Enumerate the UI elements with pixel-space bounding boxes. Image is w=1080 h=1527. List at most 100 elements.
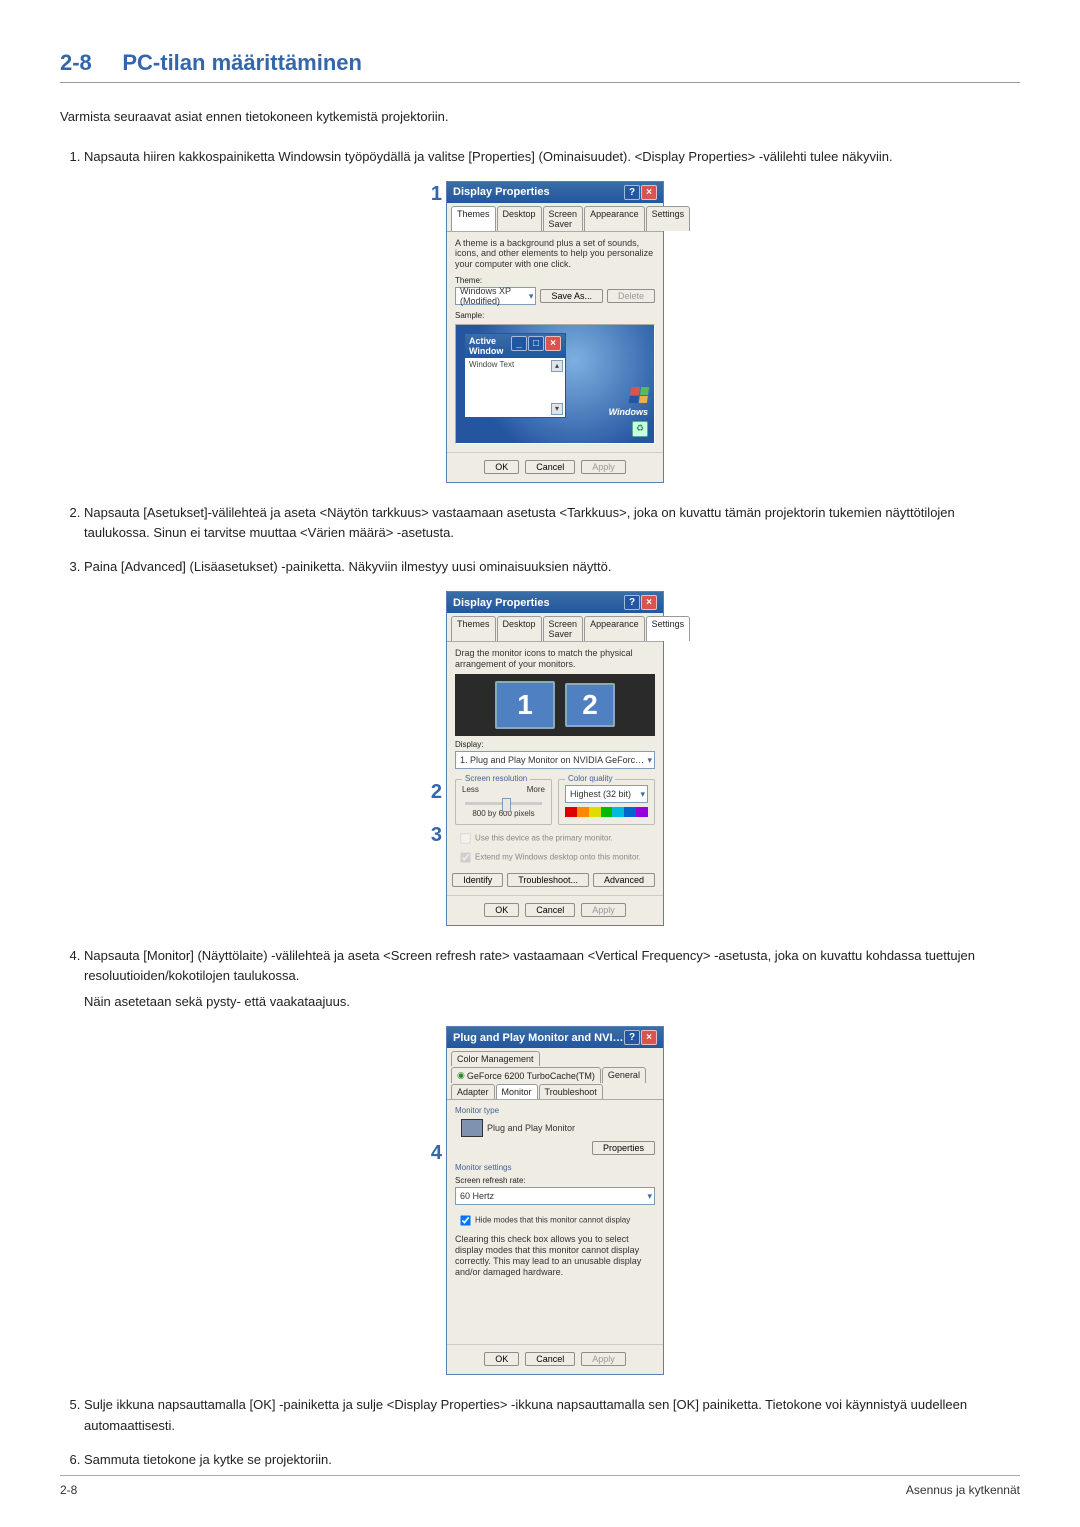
dialog-title: Display Properties: [453, 597, 550, 609]
tab-settings[interactable]: Settings: [646, 616, 691, 641]
tab-appearance[interactable]: Appearance: [584, 206, 645, 231]
monitor-panel: Monitor type Plug and Play Monitor Prope…: [447, 1100, 663, 1344]
tab-monitor[interactable]: Monitor: [496, 1084, 538, 1099]
delete-button[interactable]: Delete: [607, 289, 655, 303]
refresh-rate-select[interactable]: 60 Hertz ▾: [455, 1187, 655, 1205]
more-label: More: [527, 785, 545, 794]
monitor-arrangement[interactable]: 1 2: [455, 674, 655, 736]
color-quality-value: Highest (32 bit): [570, 789, 631, 799]
instruction-list-3: Napsauta [Monitor] (Näyttölaite) -välile…: [60, 946, 1020, 1012]
cancel-button[interactable]: Cancel: [525, 903, 575, 917]
tab-adapter[interactable]: Adapter: [451, 1084, 495, 1099]
dialog-title: Plug and Play Monitor and NVIDIA GeForce…: [453, 1032, 624, 1044]
tab-geforce[interactable]: ◉ GeForce 6200 TurboCache(TM): [451, 1067, 601, 1083]
help-icon[interactable]: ?: [624, 185, 640, 200]
close-icon[interactable]: ×: [641, 185, 657, 200]
themes-panel: A theme is a background plus a set of so…: [447, 232, 663, 452]
resolution-slider[interactable]: [465, 802, 542, 805]
sample-preview: Active Window _ □ × Window Text ▴ ▾: [455, 324, 655, 444]
step-2-text: Napsauta [Asetukset]-välilehteä ja aseta…: [84, 505, 955, 540]
chevron-down-icon: ▾: [647, 755, 652, 766]
callout-4: 4: [431, 1142, 442, 1165]
tab-appearance[interactable]: Appearance: [584, 616, 645, 641]
identify-button[interactable]: Identify: [452, 873, 503, 887]
tab-color-management[interactable]: Color Management: [451, 1051, 540, 1066]
cancel-button[interactable]: Cancel: [525, 460, 575, 474]
display-label: Display:: [455, 740, 655, 749]
extend-desktop-checkbox[interactable]: Extend my Windows desktop onto this moni…: [455, 848, 655, 867]
recycle-bin-icon: ♻: [632, 421, 648, 437]
theme-description: A theme is a background plus a set of so…: [455, 238, 655, 270]
dialog-button-row: OK Cancel Apply: [447, 1344, 663, 1374]
apply-button[interactable]: Apply: [581, 903, 626, 917]
help-icon[interactable]: ?: [624, 595, 640, 610]
hide-modes-checkbox[interactable]: Hide modes that this monitor cannot disp…: [455, 1211, 655, 1230]
tab-general[interactable]: General: [602, 1067, 646, 1083]
step-1: Napsauta hiiren kakkospainiketta Windows…: [84, 147, 1020, 167]
minimize-icon: _: [511, 336, 527, 351]
monitor-2[interactable]: 2: [565, 683, 615, 727]
chevron-down-icon: ▾: [640, 789, 645, 800]
callout-3: 3: [431, 824, 442, 847]
ok-button[interactable]: OK: [484, 1352, 519, 1366]
save-as-button[interactable]: Save As...: [540, 289, 603, 303]
step-1-text: Napsauta hiiren kakkospainiketta Windows…: [84, 149, 893, 164]
close-icon[interactable]: ×: [641, 1030, 657, 1045]
instruction-list: Napsauta hiiren kakkospainiketta Windows…: [60, 147, 1020, 167]
settings-panel: Drag the monitor icons to match the phys…: [447, 642, 663, 895]
monitor-settings-label: Monitor settings: [455, 1163, 655, 1172]
scroll-down-icon: ▾: [551, 403, 563, 415]
ok-button[interactable]: OK: [484, 903, 519, 917]
active-window-title: Active Window: [469, 336, 511, 356]
theme-select[interactable]: Windows XP (Modified) ▾: [455, 287, 536, 305]
dialog-button-row: OK Cancel Apply: [447, 452, 663, 482]
callout-1: 1: [431, 183, 442, 206]
tab-desktop[interactable]: Desktop: [497, 206, 542, 231]
step-4b-text: Näin asetetaan sekä pysty- että vaakataa…: [84, 992, 1020, 1012]
display-select[interactable]: 1. Plug and Play Monitor on NVIDIA GeFor…: [455, 751, 655, 769]
intro-paragraph: Varmista seuraavat asiat ennen tietokone…: [60, 107, 1020, 127]
active-window-preview: Active Window _ □ × Window Text ▴ ▾: [464, 333, 566, 418]
color-quality-select[interactable]: Highest (32 bit) ▾: [565, 785, 648, 803]
screen-refresh-rate-label: Screen refresh rate:: [455, 1176, 655, 1185]
refresh-rate-value: 60 Hertz: [460, 1191, 494, 1201]
troubleshoot-button[interactable]: Troubleshoot...: [507, 873, 589, 887]
titlebar: Plug and Play Monitor and NVIDIA GeForce…: [447, 1027, 663, 1048]
help-icon[interactable]: ?: [624, 1030, 640, 1045]
page: 2-8 PC-tilan määrittäminen Varmista seur…: [0, 0, 1080, 1527]
theme-select-value: Windows XP (Modified): [460, 286, 529, 306]
windows-logo-label: Windows: [609, 408, 648, 417]
tab-troubleshoot[interactable]: Troubleshoot: [539, 1084, 603, 1099]
step-3: Paina [Advanced] (Lisäasetukset) -painik…: [84, 557, 1020, 577]
hide-modes-description: Clearing this check box allows you to se…: [455, 1234, 655, 1277]
heading-number: 2-8: [60, 50, 92, 75]
advanced-button[interactable]: Advanced: [593, 873, 655, 887]
section-heading: 2-8 PC-tilan määrittäminen: [60, 50, 1020, 83]
tab-screen-saver[interactable]: Screen Saver: [543, 616, 584, 641]
monitor-1[interactable]: 1: [495, 681, 555, 729]
cancel-button[interactable]: Cancel: [525, 1352, 575, 1366]
screen-resolution-label: Screen resolution: [462, 774, 530, 783]
figure-3: 4 Plug and Play Monitor and NVIDIA GeFor…: [60, 1026, 1020, 1375]
monitor-type-label: Monitor type: [455, 1106, 655, 1115]
primary-monitor-checkbox[interactable]: Use this device as the primary monitor.: [455, 829, 655, 848]
figure-1: 1 Display Properties ? × Themes Desktop …: [60, 181, 1020, 483]
close-icon[interactable]: ×: [641, 595, 657, 610]
instruction-list-2: Napsauta [Asetukset]-välilehteä ja aseta…: [60, 503, 1020, 577]
ok-button[interactable]: OK: [484, 460, 519, 474]
tab-settings[interactable]: Settings: [646, 206, 691, 231]
display-properties-settings-dialog: Display Properties ? × Themes Desktop Sc…: [446, 591, 664, 926]
apply-button[interactable]: Apply: [581, 1352, 626, 1366]
step-2: Napsauta [Asetukset]-välilehteä ja aseta…: [84, 503, 1020, 543]
tab-screen-saver[interactable]: Screen Saver: [543, 206, 584, 231]
apply-button[interactable]: Apply: [581, 460, 626, 474]
tab-desktop[interactable]: Desktop: [497, 616, 542, 641]
step-6-text: Sammuta tietokone ja kytke se projektori…: [84, 1452, 332, 1467]
tab-themes[interactable]: Themes: [451, 206, 496, 231]
slider-thumb[interactable]: [502, 798, 511, 812]
dialog-title: Display Properties: [453, 186, 550, 198]
properties-button[interactable]: Properties: [592, 1141, 655, 1155]
monitor-type-value: Plug and Play Monitor: [487, 1123, 575, 1133]
footer-right: Asennus ja kytkennät: [906, 1483, 1020, 1497]
tab-themes[interactable]: Themes: [451, 616, 496, 641]
